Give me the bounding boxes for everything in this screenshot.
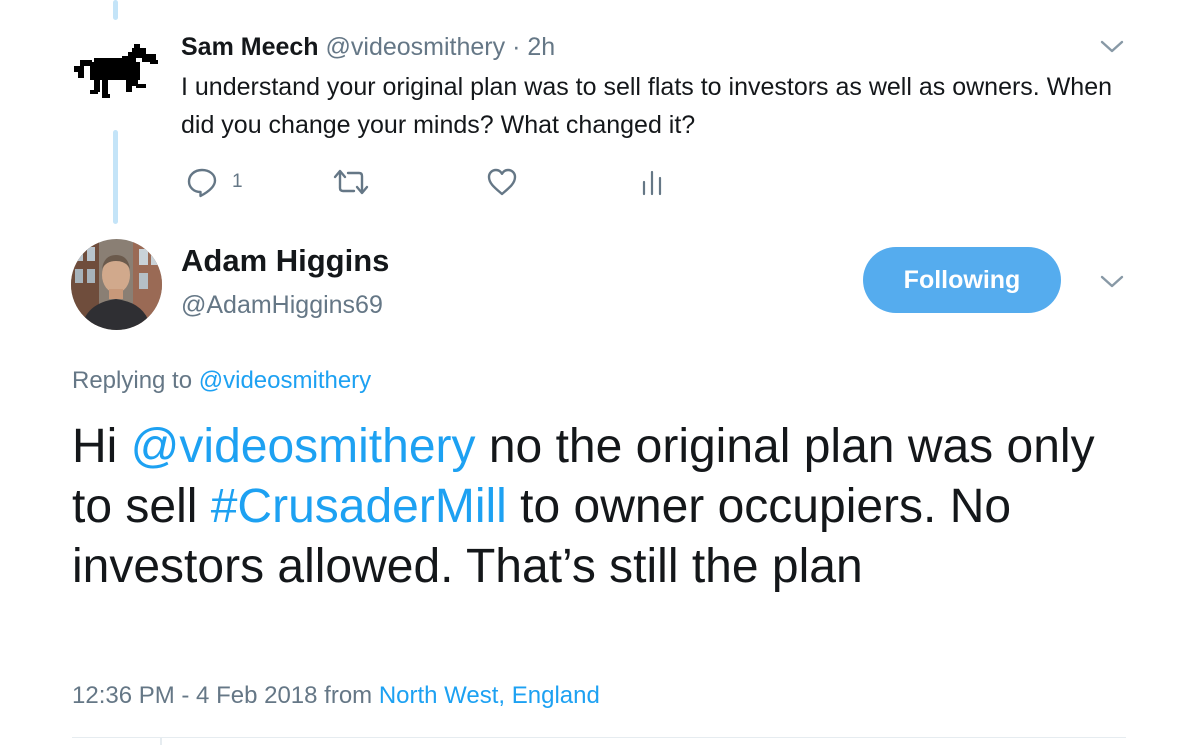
replying-to-label: Replying to bbox=[72, 367, 193, 394]
reply-tweet-time[interactable]: · 2h bbox=[512, 33, 555, 61]
following-button[interactable]: Following bbox=[863, 247, 1061, 313]
reply-tweet-menu-caret[interactable] bbox=[1097, 32, 1127, 62]
tweet-mention-link[interactable]: @videosmithery bbox=[131, 420, 476, 473]
reply-author-name[interactable]: Sam Meech bbox=[181, 33, 319, 61]
main-author-handle[interactable]: @AdamHiggins69 bbox=[181, 291, 383, 320]
timestamp-text[interactable]: 12:36 PM - 4 Feb 2018 from bbox=[72, 682, 372, 709]
divider-notch bbox=[160, 737, 162, 745]
replying-to-mention[interactable]: @videosmithery bbox=[199, 367, 371, 394]
retweet-icon bbox=[333, 169, 369, 195]
replying-to-line: Replying to @videosmithery bbox=[72, 367, 371, 395]
like-action[interactable] bbox=[486, 162, 518, 202]
reply-tweet-text: I understand your original plan was to s… bbox=[181, 73, 1113, 139]
profile-photo bbox=[71, 239, 162, 330]
divider bbox=[72, 737, 1126, 738]
main-author-name[interactable]: Adam Higgins bbox=[181, 243, 389, 279]
tweet-hashtag-link[interactable]: #CrusaderMill bbox=[211, 480, 507, 533]
reply-action[interactable]: 1 bbox=[186, 162, 243, 202]
reply-count: 1 bbox=[232, 171, 243, 192]
thread-line-top bbox=[113, 0, 118, 20]
horse-logo-icon bbox=[74, 44, 158, 98]
location-link[interactable]: North West, England bbox=[379, 682, 600, 709]
chevron-down-icon bbox=[1100, 40, 1124, 53]
main-tweet-text: Hi @videosmithery no the original plan w… bbox=[72, 417, 1112, 597]
analytics-icon bbox=[642, 170, 662, 196]
tweet-text-part: Hi bbox=[72, 420, 131, 473]
like-icon bbox=[487, 168, 517, 196]
retweet-action[interactable] bbox=[332, 162, 370, 202]
sam-meech-avatar[interactable] bbox=[72, 40, 164, 110]
chevron-down-icon bbox=[1100, 275, 1124, 288]
thread-line-bottom bbox=[113, 130, 118, 224]
reply-author-handle[interactable]: @videosmithery bbox=[326, 33, 506, 61]
reply-tweet-header: Sam Meech @videosmithery · 2h bbox=[181, 33, 555, 62]
reply-icon bbox=[187, 168, 217, 198]
adam-higgins-avatar[interactable] bbox=[71, 239, 162, 330]
tweet-timestamp: 12:36 PM - 4 Feb 2018 from North West, E… bbox=[72, 682, 600, 710]
analytics-action[interactable] bbox=[640, 162, 664, 202]
main-tweet-menu-caret[interactable] bbox=[1097, 267, 1127, 297]
